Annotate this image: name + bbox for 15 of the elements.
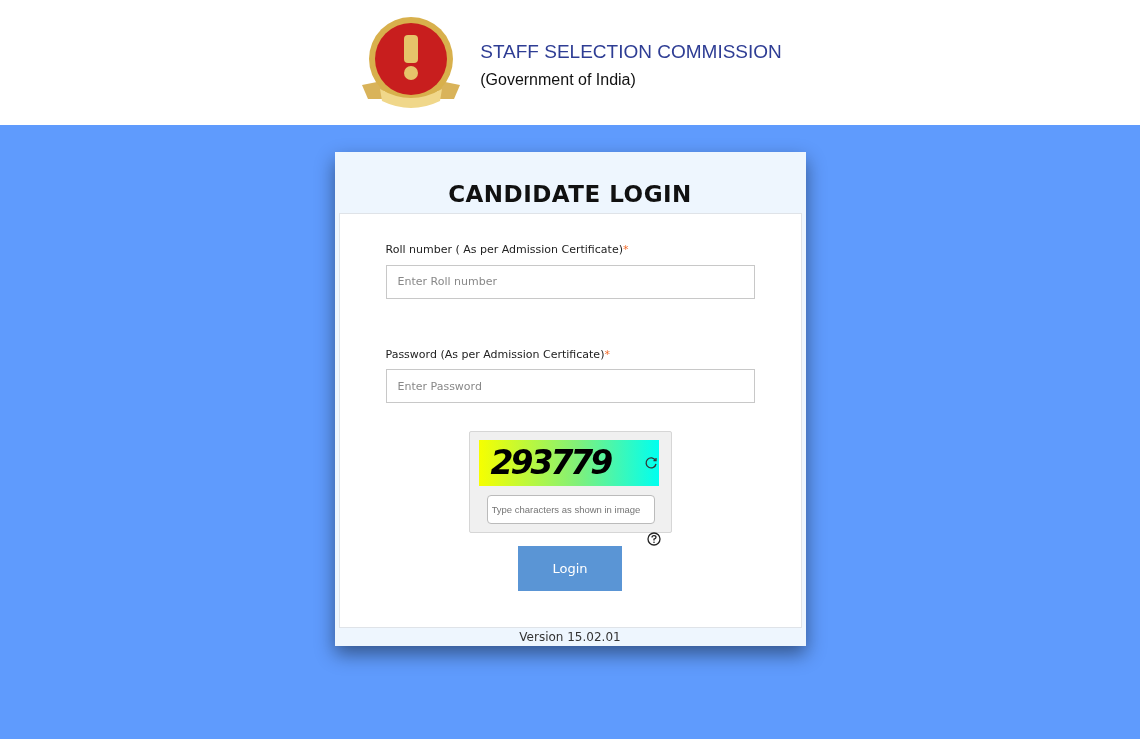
captcha-code: 293779 [490, 442, 611, 485]
required-mark: * [604, 347, 610, 361]
captcha-field[interactable]: Type characters as shown in image [486, 495, 655, 525]
required-mark: * [622, 243, 629, 257]
field-label: Password (As per Admission Certificate)* [385, 346, 611, 363]
roll-number-field[interactable]: Enter Roll number [385, 264, 755, 299]
field-label: Roll number ( As per Admission Certificate)* [385, 242, 630, 259]
site-subtitle: (Government of India) [480, 69, 637, 90]
site-title: STAFF SELECTION COMMISSION [480, 41, 782, 64]
version-text: Version 15.02.01 [518, 629, 622, 647]
refresh-icon[interactable] [643, 456, 658, 471]
password-field[interactable]: Enter Password [385, 369, 755, 404]
login-title: CANDIDATE LOGIN [447, 180, 693, 208]
login-button[interactable]: Login [518, 546, 622, 592]
help-icon[interactable] [646, 532, 661, 547]
